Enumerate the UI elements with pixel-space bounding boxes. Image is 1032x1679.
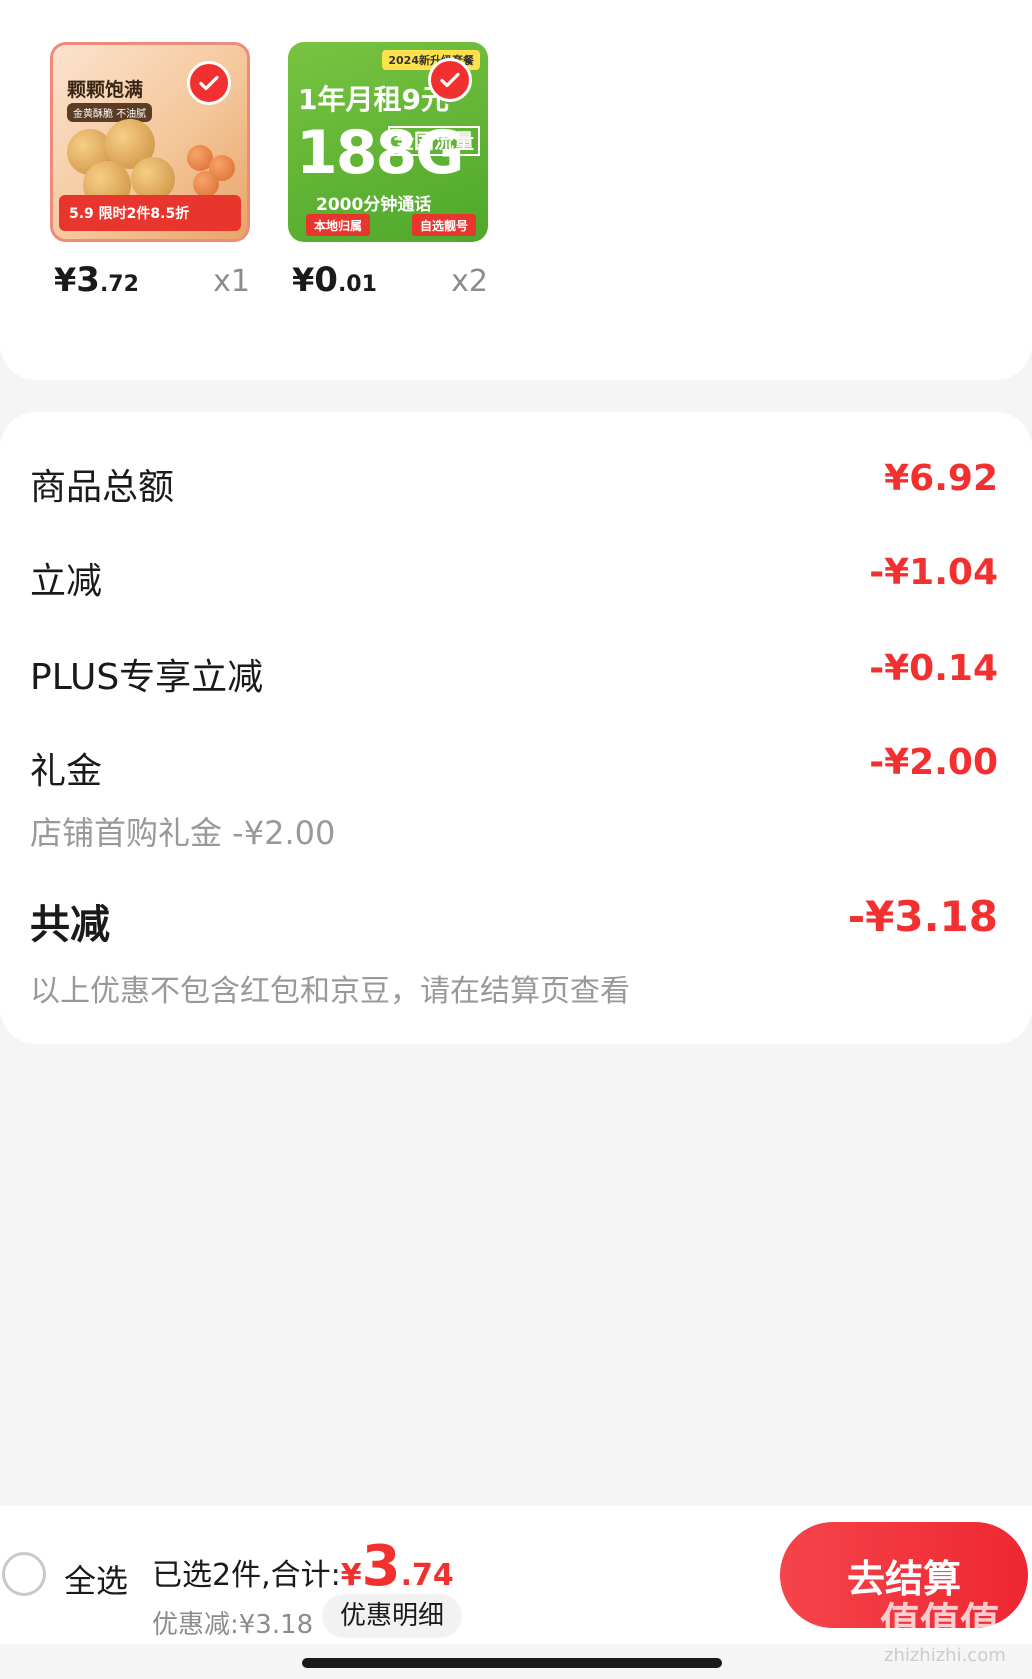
gift-value: -¥2.00 <box>869 742 998 783</box>
total-currency: ¥ <box>340 1558 362 1593</box>
thumb-side-label: 全国流量 <box>388 126 480 156</box>
product-price: ¥3.72 <box>54 260 139 300</box>
discount-detail-button[interactable]: 优惠明细 <box>322 1594 463 1638</box>
product-thumbnail[interactable]: 颗颗饱满 金黄酥脆 不油腻 5.9 限时2件8.5折 <box>50 42 250 242</box>
instant-discount-row: 立减 -¥1.04 <box>30 552 998 604</box>
thumb-title: 1年月租9元 <box>298 83 449 116</box>
product-quantity: x1 <box>213 264 250 299</box>
price-integer: 3 <box>76 260 100 300</box>
thumb-tag: 自选靓号 <box>411 214 476 236</box>
product-price-row: ¥0.01 x2 <box>288 260 488 304</box>
plus-discount-value: -¥0.14 <box>869 648 998 689</box>
discount-summary-card: 商品总额 ¥6.92 立减 -¥1.04 PLUS专享立减 -¥0.14 礼金 … <box>0 412 1032 1044</box>
checked-icon[interactable] <box>187 61 231 105</box>
product-price-row: ¥3.72 x1 <box>50 260 250 304</box>
goods-total-value: ¥6.92 <box>884 458 998 499</box>
product-item[interactable]: 颗颗饱满 金黄酥脆 不油腻 5.9 限时2件8.5折 <box>50 42 250 242</box>
total-decimal: .74 <box>400 1558 454 1593</box>
instant-discount-label: 立减 <box>30 561 103 602</box>
thumb-calls: 2000分钟通话 <box>316 195 432 215</box>
discount-note: 以上优惠不包含红包和京豆，请在结算页查看 <box>30 974 630 1009</box>
select-all-radio[interactable] <box>2 1552 46 1596</box>
price-currency: ¥ <box>292 261 315 299</box>
product-thumbnail[interactable]: 2024新升级套餐 1年月租9元 188G 全国流量 2000分钟通话 本地归属… <box>288 42 488 242</box>
thumb-subtitle: 金黄酥脆 不油腻 <box>67 103 153 122</box>
gift-row: 礼金 -¥2.00 店铺首购礼金 -¥2.00 <box>30 742 998 854</box>
price-decimal: .01 <box>337 272 377 297</box>
instant-discount-value: -¥1.04 <box>869 552 998 593</box>
select-all-label[interactable]: 全选 <box>64 1556 128 1602</box>
selected-products-card: 颗颗饱满 金黄酥脆 不油腻 5.9 限时2件8.5折 2024新升级套餐 1年月… <box>0 0 1032 380</box>
promo-tag: 5.9 限时2件8.5折 <box>59 195 241 231</box>
product-price: ¥0.01 <box>292 260 377 300</box>
selected-total: 已选2件,合计: ¥3.74 <box>152 1534 454 1599</box>
price-integer: 0 <box>314 260 338 300</box>
home-indicator[interactable] <box>302 1658 722 1668</box>
selected-count-text: 已选2件,合计: <box>152 1558 341 1593</box>
thumb-tag: 本地归属 <box>306 214 371 236</box>
goods-total-row: 商品总额 ¥6.92 <box>30 458 998 510</box>
price-currency: ¥ <box>54 261 77 299</box>
watermark-url: zhizhizhi.com <box>884 1645 1006 1666</box>
total-integer: 3 <box>361 1534 401 1599</box>
product-quantity: x2 <box>451 264 488 299</box>
thumb-title: 颗颗饱满 <box>67 79 144 101</box>
checkout-bar: 全选 已选2件,合计: ¥3.74 优惠减:¥3.18 优惠明细 去结算 <box>0 1506 1032 1644</box>
checked-icon[interactable] <box>428 58 472 102</box>
gift-sub-label: 店铺首购礼金 -¥2.00 <box>30 814 336 852</box>
plus-discount-label: PLUS专享立减 <box>30 657 264 698</box>
watermark: 值值值 <box>880 1600 1000 1646</box>
price-decimal: .72 <box>99 272 139 297</box>
gift-label: 礼金 <box>30 751 103 792</box>
total-discount-value: -¥3.18 <box>847 892 998 941</box>
plus-discount-row: PLUS专享立减 -¥0.14 <box>30 648 998 700</box>
discount-amount: 优惠减:¥3.18 <box>152 1610 314 1640</box>
product-item[interactable]: 2024新升级套餐 1年月租9元 188G 全国流量 2000分钟通话 本地归属… <box>288 42 488 242</box>
peanut-image <box>193 171 219 197</box>
goods-total-label: 商品总额 <box>30 467 175 508</box>
total-discount-row: 共减 -¥3.18 以上优惠不包含红包和京豆，请在结算页查看 <box>30 892 998 1010</box>
